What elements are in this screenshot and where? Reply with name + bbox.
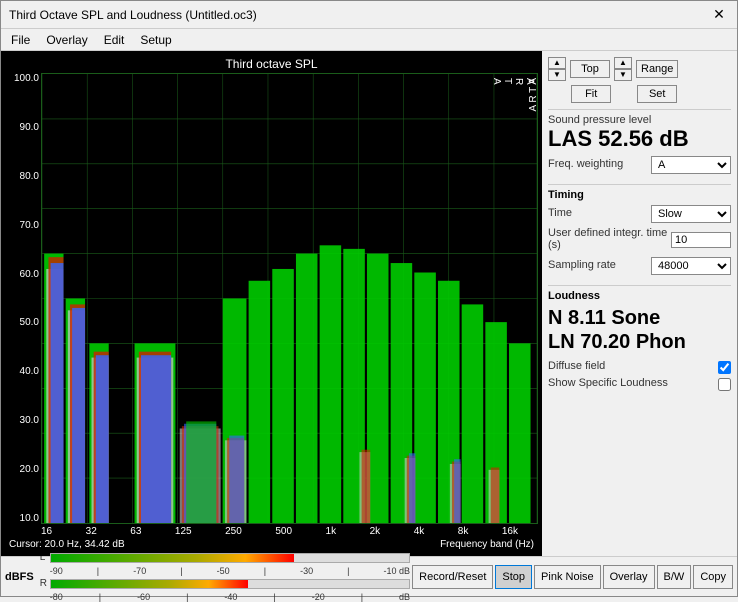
stop-button[interactable]: Stop [495,565,532,589]
menu-setup[interactable]: Setup [134,31,177,48]
window-title: Third Octave SPL and Loudness (Untitled.… [9,8,257,22]
spl-section: Sound pressure level LAS 52.56 dB Freq. … [548,109,731,178]
y-axis: 100.0 90.0 80.0 70.0 60.0 50.0 40.0 30.0… [5,73,41,524]
set-button[interactable]: Set [637,85,677,103]
chart-area: Third octave SPL 100.0 90.0 80.0 70.0 60… [1,51,542,556]
title-bar: Third Octave SPL and Loudness (Untitled.… [1,1,737,29]
x-axis-labels: 16 32 63 125 250 500 1k 2k 4k 8k 16k [5,524,538,537]
fit-button[interactable]: Fit [571,85,611,103]
diffuse-field-checkbox[interactable] [718,361,731,374]
top-button[interactable]: Top [570,60,610,78]
close-button[interactable]: ✕ [709,5,729,25]
chart-footer: Cursor: 20.0 Hz, 34.42 dB Frequency band… [5,537,538,552]
sampling-select[interactable]: 48000 [651,257,731,275]
user-integr-row: User defined integr. time (s) [548,227,731,253]
loudness-section: Loudness N 8.11 Sone LN 70.20 Phon Diffu… [548,285,731,394]
r-meter-fill [51,580,248,588]
diffuse-field-label: Diffuse field [548,360,605,372]
show-specific-row: Show Specific Loudness [548,377,731,391]
sampling-row: Sampling rate 48000 [548,257,731,275]
range-spinner: ▲ ▼ [614,57,632,81]
timing-title: Timing [548,189,731,201]
loudness-ln-value: LN 70.20 Phon [548,330,731,354]
user-integr-label: User defined integr. time (s) [548,227,671,251]
top-up-button[interactable]: ▲ [548,57,566,69]
l-meter-track [50,553,410,563]
top-control-group: ▲ ▼ Top ▲ ▼ Range Fit S [548,57,678,103]
range-down-button[interactable]: ▼ [614,69,632,81]
time-select[interactable]: Slow [651,205,731,223]
r-label: R [40,578,50,589]
freq-weighting-row: Freq. weighting A [548,156,731,174]
show-specific-label: Show Specific Loudness [548,377,668,389]
loudness-n-value: N 8.11 Sone [548,306,731,330]
top-controls: ▲ ▼ Top ▲ ▼ Range Fit S [548,57,731,103]
r-meter-track [50,579,410,589]
menu-file[interactable]: File [5,31,36,48]
bottom-bar: dBFS L -90 | -70 | -50 | -30 | [1,556,737,596]
bw-button[interactable]: B/W [657,565,692,589]
dbfs-label: dBFS [5,571,38,583]
spl-value: LAS 52.56 dB [548,126,731,152]
chart-canvas: A R T A ARTA [41,73,538,524]
copy-button[interactable]: Copy [693,565,733,589]
main-content: Third octave SPL 100.0 90.0 80.0 70.0 60… [1,51,737,556]
cursor-info: Cursor: 20.0 Hz, 34.42 dB [9,539,125,550]
user-integr-input[interactable] [671,232,731,248]
top-down-button[interactable]: ▼ [548,69,566,81]
main-window: Third Octave SPL and Loudness (Untitled.… [0,0,738,597]
menu-bar: File Overlay Edit Setup [1,29,737,51]
pink-noise-button[interactable]: Pink Noise [534,565,601,589]
arta-text: ARTA [491,78,535,85]
time-row: Time Slow [548,205,731,223]
show-specific-checkbox[interactable] [718,378,731,391]
menu-overlay[interactable]: Overlay [40,31,93,48]
range-up-button[interactable]: ▲ [614,57,632,69]
level-meter: L -90 | -70 | -50 | -30 | -10 dB [40,552,410,602]
top-spinner: ▲ ▼ [548,57,566,81]
diffuse-field-row: Diffuse field [548,360,731,374]
overlay-button[interactable]: Overlay [603,565,655,589]
loudness-title: Loudness [548,290,731,302]
right-panel: ▲ ▼ Top ▲ ▼ Range Fit S [542,51,737,556]
freq-weighting-label: Freq. weighting [548,158,623,170]
range-button[interactable]: Range [636,60,678,78]
menu-edit[interactable]: Edit [98,31,131,48]
freq-weighting-select[interactable]: A [651,156,731,174]
bottom-buttons: Record/Reset Stop Pink Noise Overlay B/W… [412,565,733,589]
record-reset-button[interactable]: Record/Reset [412,565,493,589]
time-label: Time [548,207,572,219]
spl-section-label: Sound pressure level [548,114,731,126]
sampling-label: Sampling rate [548,259,616,271]
timing-section: Timing Time Slow User defined integr. ti… [548,184,731,279]
chart-title: Third octave SPL [5,55,538,73]
l-meter-fill [51,554,295,562]
chart-wrapper: 100.0 90.0 80.0 70.0 60.0 50.0 40.0 30.0… [5,73,538,524]
freq-band-label: Frequency band (Hz) [440,539,534,550]
